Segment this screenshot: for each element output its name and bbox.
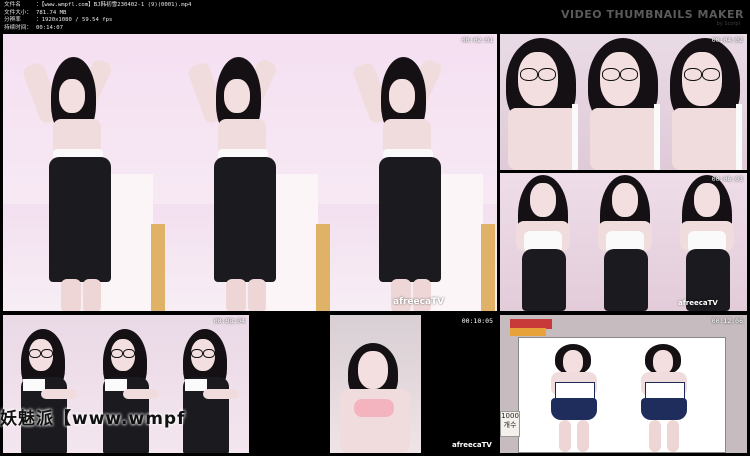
thumbnail-frame-1[interactable]: 00:02:01 afreecaTV: [3, 34, 497, 311]
pointing-figure-1: [7, 319, 85, 453]
navy-skirt: [641, 398, 687, 420]
leg: [577, 420, 589, 452]
thumbnail-frame-4[interactable]: 00:08:04: [3, 315, 249, 453]
meta-duration: 持续时间： 00:14:07: [4, 24, 63, 31]
standing-figure-3: [668, 173, 746, 311]
stream-top-bar-2: [510, 328, 546, 336]
afreeca-logo: afreecaTV: [678, 299, 718, 307]
leg: [83, 279, 101, 311]
orange-cabinet-3: [481, 224, 495, 311]
stream-inner-panel: [518, 337, 726, 453]
meta-resolution: 分辨率 ：1920x1080 / 59.54 fps: [4, 17, 113, 24]
pink-top: [354, 399, 394, 417]
closeup-figure-1: [502, 34, 582, 170]
dress-trim: [23, 379, 45, 391]
thumbnail-frame-3[interactable]: 00:06:03 afreecaTV: [500, 173, 747, 311]
file-metadata: 文件名 ：【www.wmpfl.com】BJ韩初雪230402-1 (9)(000…: [4, 2, 191, 32]
glasses-icon: [203, 349, 215, 358]
viewer-count: 1000: [501, 412, 519, 420]
glasses-icon: [123, 349, 135, 358]
thumbnail-frame-2[interactable]: 00:04:02: [500, 34, 747, 170]
brand-title: VIDEO THUMBNAILS MAKER: [561, 8, 744, 21]
site-watermark: 妖魅派【www.wmpf: [0, 409, 186, 429]
leg: [61, 279, 81, 311]
glasses-icon: [684, 68, 702, 81]
glasses-icon: [538, 68, 556, 81]
leg: [667, 420, 679, 452]
dress-trim: [185, 379, 207, 391]
closeup-figure-2: [584, 34, 664, 170]
pointing-arm: [41, 389, 77, 399]
brand-subtitle: by Scorpi: [716, 21, 740, 27]
sailor-figure-2: [631, 342, 701, 452]
face: [358, 351, 388, 389]
black-dress: [49, 157, 111, 282]
leg: [559, 420, 571, 452]
dress-trim: [736, 104, 742, 170]
shoulders: [672, 108, 742, 170]
viewer-count-box: 1000 개수: [500, 411, 520, 437]
thumbnail-frame-6[interactable]: 1000 개수 00:12:06: [500, 315, 747, 453]
dress-trim: [572, 104, 578, 170]
closeup-figure-3: [666, 34, 746, 170]
info-header: 文件名 ：【www.wmpfl.com】BJ韩初雪230402-1 (9)(000…: [0, 0, 750, 34]
frame-timestamp: 00:02:01: [461, 36, 493, 44]
navy-skirt: [551, 398, 597, 420]
glasses-icon: [29, 349, 41, 358]
pointing-arm: [123, 389, 159, 399]
glasses-icon: [111, 349, 123, 358]
face: [530, 183, 556, 217]
face: [694, 183, 720, 217]
frame-timestamp: 00:10:05: [461, 317, 493, 325]
glasses-icon: [191, 349, 203, 358]
sailor-figure-1: [541, 342, 611, 452]
face: [389, 79, 415, 113]
frame-timestamp: 00:04:02: [711, 36, 743, 44]
black-dress: [522, 249, 566, 311]
pointing-figure-3: [169, 319, 247, 453]
standing-figure-1: [504, 173, 582, 311]
dress-trim: [105, 379, 127, 391]
frame-timestamp: 00:06:03: [711, 175, 743, 183]
glasses-icon: [602, 68, 620, 81]
leg: [248, 279, 266, 311]
afreeca-logo: afreecaTV: [393, 297, 445, 307]
face: [653, 350, 673, 374]
frame-timestamp: 00:08:04: [213, 317, 245, 325]
face: [612, 183, 638, 217]
face: [59, 79, 85, 113]
leg: [226, 279, 246, 311]
face: [563, 350, 583, 374]
glasses-icon: [702, 68, 720, 81]
glasses-icon: [520, 68, 538, 81]
glasses-icon: [41, 349, 53, 358]
dancer-figure-1: [21, 49, 133, 311]
glasses-icon: [620, 68, 638, 81]
dress-trim: [654, 104, 660, 170]
black-dress: [379, 157, 441, 282]
shoulders: [590, 108, 660, 170]
black-dress: [604, 249, 648, 311]
black-dress: [214, 157, 276, 282]
frame-timestamp: 00:12:06: [711, 317, 743, 325]
thumbnail-frame-5[interactable]: 00:10:05 afreecaTV: [252, 315, 497, 453]
meta-filename: 文件名 ：【www.wmpfl.com】BJ韩初雪230402-1 (9)(000…: [4, 2, 192, 8]
viewer-unit: 개수: [503, 421, 517, 429]
orange-cabinet-2: [316, 224, 330, 311]
pointing-arm: [203, 389, 239, 399]
face: [224, 79, 250, 113]
orange-cabinet-1: [151, 224, 165, 311]
shoulders: [508, 108, 578, 170]
standing-figure-2: [586, 173, 664, 311]
afreeca-logo: afreecaTV: [452, 441, 492, 449]
dancer-figure-2: [186, 49, 298, 311]
dancer-figure-3: [351, 49, 463, 311]
leg: [649, 420, 661, 452]
pointing-figure-2: [89, 319, 167, 453]
vertical-video-area: [330, 315, 421, 453]
